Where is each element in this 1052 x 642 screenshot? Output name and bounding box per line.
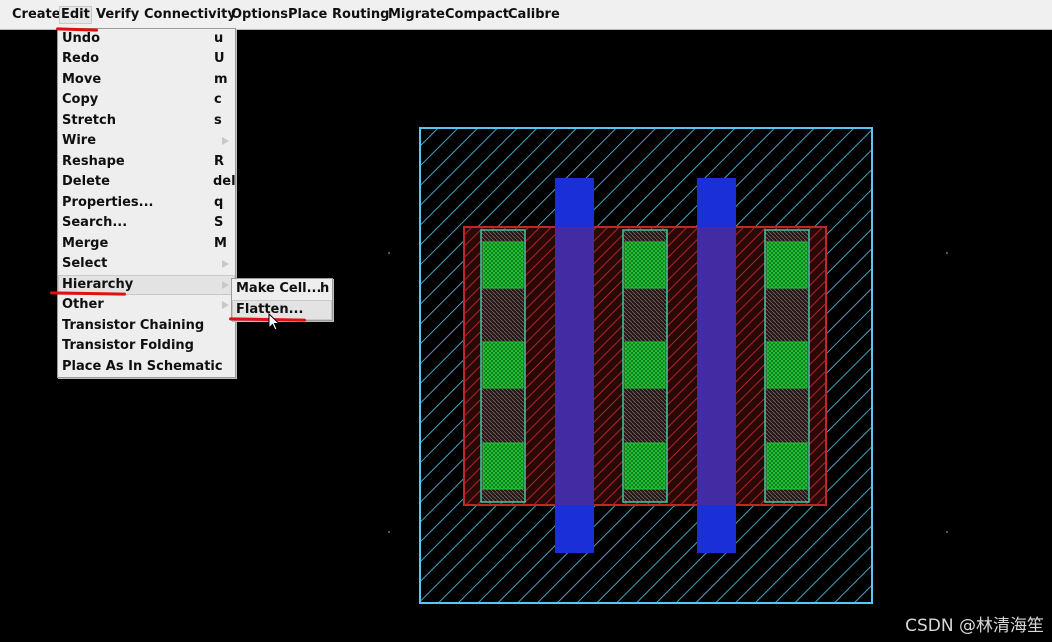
menu-item-redo[interactable]: Redo U (58, 49, 235, 69)
menu-item-select[interactable]: Select (58, 254, 235, 274)
poly-overlap-left (555, 227, 594, 505)
submenu-arrow-icon (222, 281, 229, 289)
menu-item-make-cell[interactable]: Make Cell... h (232, 279, 332, 299)
menu-edit[interactable]: Edit (59, 6, 92, 24)
menu-item-undo[interactable]: Undo u (58, 29, 235, 49)
menu-item-move[interactable]: Move m (58, 70, 235, 90)
menu-item-stretch[interactable]: Stretch s (58, 111, 235, 131)
menu-item-transistor-folding[interactable]: Transistor Folding (58, 336, 235, 356)
watermark: CSDN @林清海笙 (905, 616, 1044, 636)
menu-options[interactable]: Options (229, 6, 290, 24)
menu-verify[interactable]: Verify (94, 6, 141, 24)
menu-item-wire[interactable]: Wire (58, 131, 235, 151)
menu-item-place-as-in-schematic[interactable]: Place As In Schematic (58, 357, 235, 377)
menu-place[interactable]: Place (286, 6, 329, 24)
menu-routing[interactable]: Routing (330, 6, 391, 24)
metal-strip-left (480, 229, 526, 503)
submenu-arrow-icon (222, 301, 229, 309)
menu-item-copy[interactable]: Copy c (58, 90, 235, 110)
menu-item-search[interactable]: Search... S (58, 213, 235, 233)
menu-item-other[interactable]: Other (58, 295, 235, 315)
menu-item-transistor-chaining[interactable]: Transistor Chaining (58, 316, 235, 336)
metal-strip-middle (622, 229, 668, 503)
menu-connectivity[interactable]: Connectivity (142, 6, 238, 24)
menu-item-delete[interactable]: Delete del (58, 172, 236, 192)
edit-menu: Undo u Redo U Move m Copy c Stretch s Wi… (57, 28, 236, 378)
menu-create[interactable]: Create (10, 6, 63, 24)
menu-calibre[interactable]: Calibre (506, 6, 562, 24)
metal-strip-right (764, 229, 810, 503)
menu-item-reshape[interactable]: Reshape R (58, 152, 235, 172)
menu-compact[interactable]: Compact (443, 6, 511, 24)
menu-migrate[interactable]: Migrate (386, 6, 447, 24)
submenu-arrow-icon (222, 137, 229, 145)
menu-item-merge[interactable]: Merge M (58, 234, 235, 254)
menu-item-properties[interactable]: Properties... q (58, 193, 235, 213)
mouse-cursor-icon (268, 313, 281, 331)
menu-bar: Create Edit Verify Connectivity Options … (0, 0, 1052, 30)
submenu-arrow-icon (222, 260, 229, 268)
poly-overlap-right (697, 227, 736, 505)
